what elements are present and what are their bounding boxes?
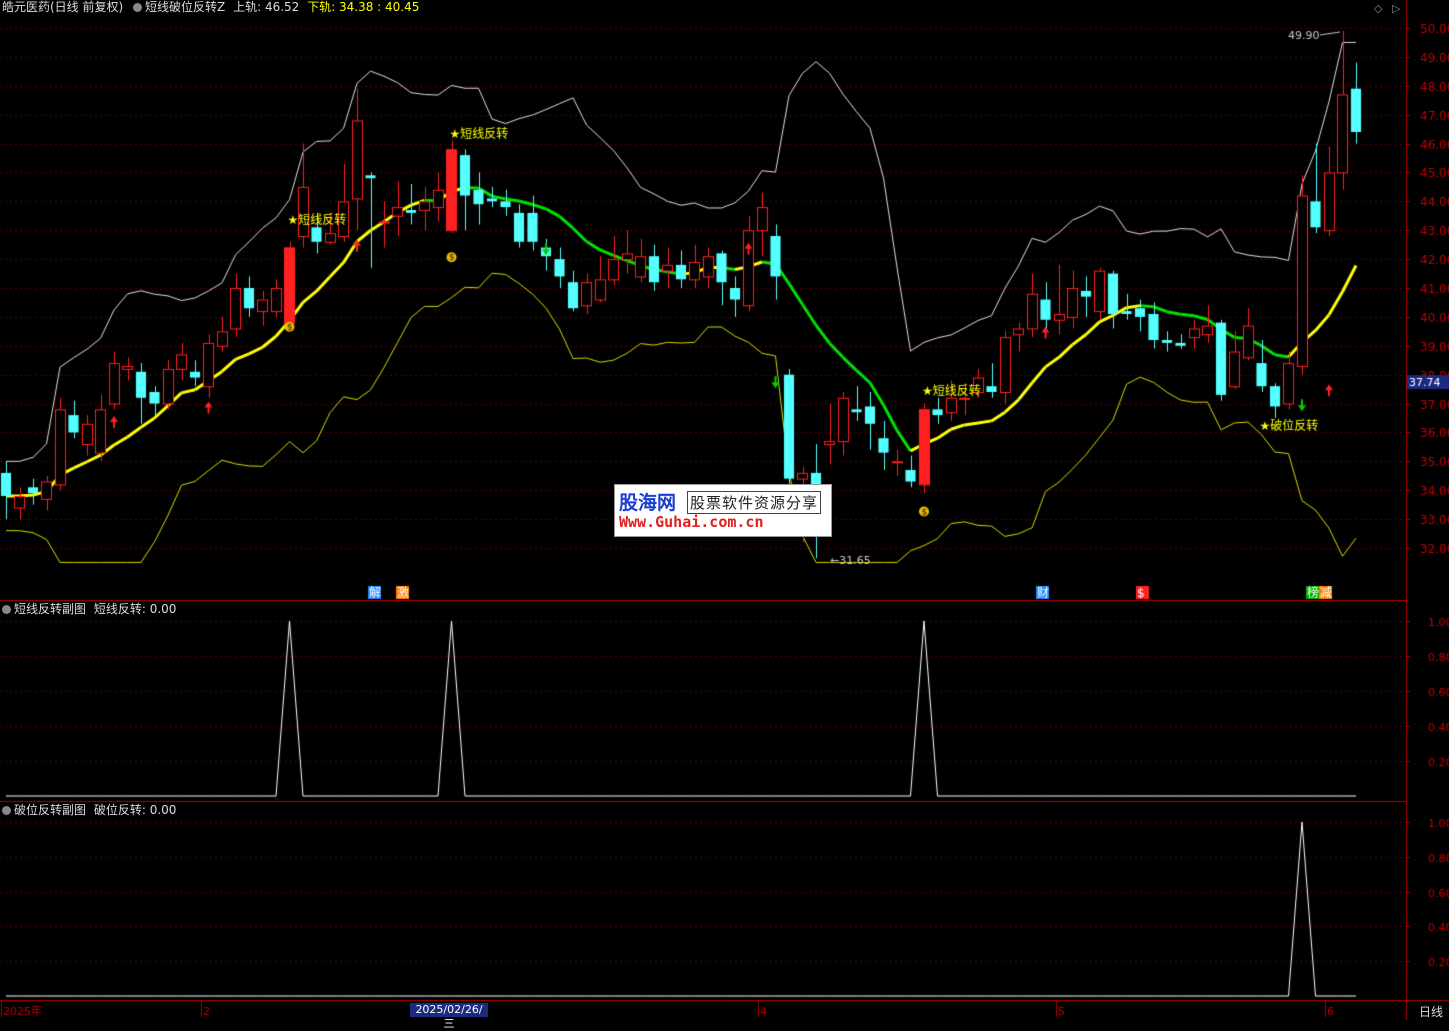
cursor-date-label: 2025/02/26/三 [410,1003,488,1030]
lower-band-value: 34.38 : 40.45 [339,0,420,14]
main-header: 皓元医药(日线 前复权) 短线破位反转Z 上轨: 46.52 下轨: 34.38… [2,0,419,14]
period-selector[interactable]: 日线 [1419,1003,1443,1020]
watermark-banner: 股海网 股票软件资源分享 Www.Guhai.com.cn [614,484,832,537]
indicator-menu-icon[interactable] [133,3,143,12]
sub1-series-value: 0.00 [149,602,177,616]
sub1-header: 短线反转副图 短线反转: 0.00 [2,602,176,616]
sub1-series-label: 短线反转: [93,602,146,616]
watermark-slogan: 股票软件资源分享 [687,491,822,514]
expand-icon[interactable]: ▷ [1392,2,1400,15]
upper-band-value: 46.52 [264,0,300,14]
indicator-name[interactable]: 短线破位反转Z [145,0,225,14]
lower-band-label: 下轨: [307,0,336,14]
sub2-series-label: 破位反转: [93,803,146,817]
diamond-icon[interactable]: ◇ [1374,2,1382,15]
upper-band-label: 上轨: [233,0,262,14]
sub2-header: 破位反转副图 破位反转: 0.00 [2,803,176,817]
sub2-menu-icon[interactable] [2,806,11,815]
sub1-name[interactable]: 短线反转副图 [14,602,86,616]
sub1-menu-icon[interactable] [2,605,11,614]
sub2-name[interactable]: 破位反转副图 [14,803,86,817]
sub2-series-value: 0.00 [149,803,177,817]
watermark-url: Www.Guhai.com.cn [619,513,764,531]
watermark-brand: 股海网 [619,492,677,514]
stock-name[interactable]: 皓元医药(日线 前复权) [2,0,123,14]
